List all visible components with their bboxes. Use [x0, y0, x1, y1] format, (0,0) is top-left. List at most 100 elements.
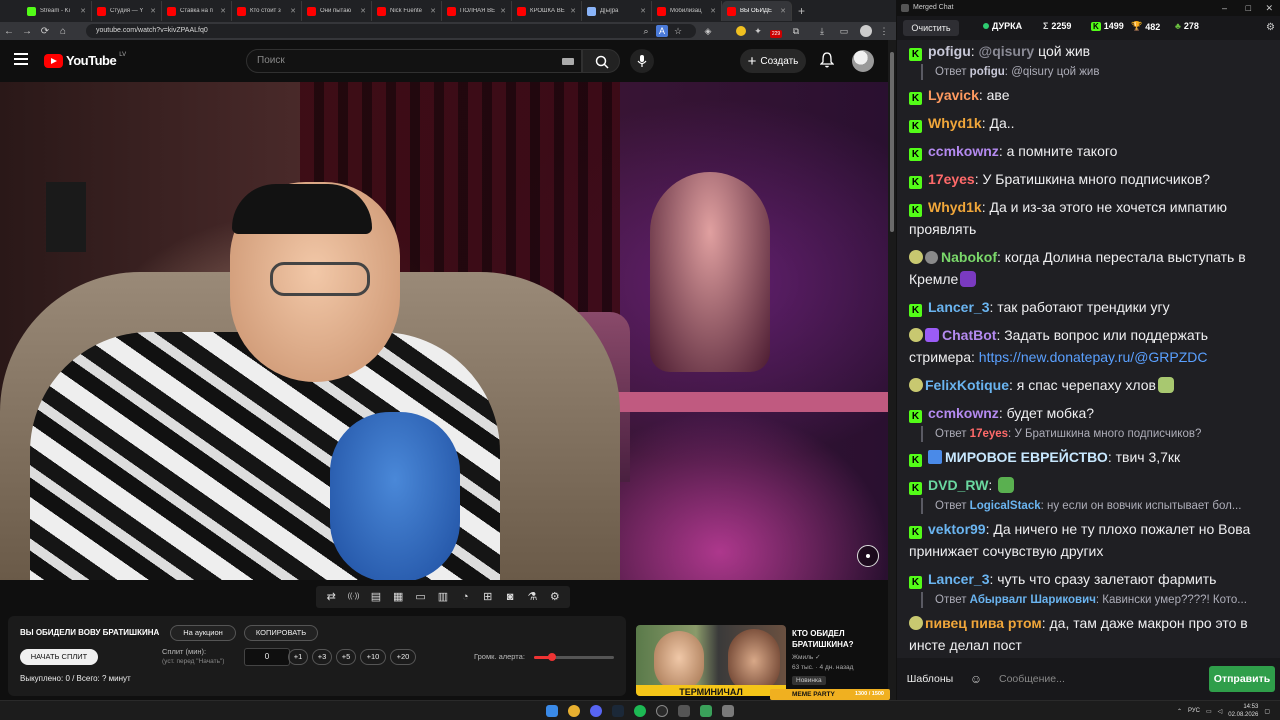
maximize-icon[interactable]: □ — [1246, 0, 1251, 16]
browser-tab[interactable]: Мобилизац ✕ — [652, 1, 722, 21]
browser-tab[interactable]: КРОШКА ВЕ ✕ — [512, 1, 582, 21]
tab-close-icon[interactable]: ✕ — [150, 7, 156, 15]
notifications-icon[interactable]: ▢ — [1264, 708, 1270, 715]
reply-preview[interactable]: Ответ LogicalStack: ну если он вовчик ис… — [921, 498, 1271, 514]
notifications-bell-icon[interactable] — [820, 52, 834, 68]
reply-username[interactable]: pofigu — [970, 66, 1005, 78]
chat-username[interactable]: 17eyes — [928, 171, 975, 187]
tab-close-icon[interactable]: ✕ — [290, 7, 296, 15]
address-bar[interactable]: youtube.com/watch?v=kivZPAALfq0 — [86, 24, 696, 38]
recommended-video[interactable]: ТЕРМИНИЧАЛ КТО ОБИДЕЛ БРАТИШКИНА? Жмиль … — [634, 620, 888, 696]
tab-close-icon[interactable]: ✕ — [500, 7, 506, 15]
sidebar-icon[interactable]: ▭ — [838, 25, 850, 37]
tab-close-icon[interactable]: ✕ — [710, 7, 716, 15]
page-scrollbar[interactable] — [888, 40, 896, 700]
tab-close-icon[interactable]: ✕ — [80, 7, 86, 15]
increment-button[interactable]: +1 — [288, 649, 308, 665]
new-tab-icon[interactable]: + — [798, 4, 805, 18]
close-icon[interactable]: ✕ — [1265, 0, 1273, 16]
tab-close-icon[interactable]: ✕ — [570, 7, 576, 15]
browser-tab[interactable]: Они пытаю ✕ — [302, 1, 372, 21]
emoji-icon[interactable]: ☺ — [965, 667, 987, 691]
settings-icon[interactable]: ⚙ — [1266, 22, 1275, 33]
app-icon[interactable] — [678, 705, 690, 717]
gear-icon[interactable]: ⚙ — [547, 589, 563, 605]
browser-tab[interactable]: Д[ы]ра ✕ — [582, 1, 652, 21]
minimize-icon[interactable]: – — [1222, 0, 1227, 16]
tab-close-icon[interactable]: ✕ — [360, 7, 366, 15]
browser-tab[interactable]: Кто стоит з ✕ — [232, 1, 302, 21]
browser-menu-icon[interactable]: ⋮ — [878, 25, 890, 37]
reply-preview[interactable]: Ответ 17eyes: У Братишкина много подписч… — [921, 426, 1271, 442]
split-minutes-input[interactable]: 0 — [244, 648, 290, 666]
mention-text[interactable]: @qisury — [979, 43, 1035, 59]
download-icon[interactable]: ⤓ — [816, 25, 828, 37]
profile-icon[interactable] — [860, 25, 872, 37]
chat-username[interactable]: Nabokof — [941, 249, 997, 265]
forward-button[interactable]: → — [18, 26, 36, 37]
templates-button[interactable]: Шаблоны — [903, 667, 957, 691]
speed-icon[interactable]: ◔ — [457, 589, 473, 605]
keyboard-icon[interactable] — [562, 58, 574, 65]
extension-badge[interactable]: 229 — [770, 30, 782, 38]
youtube-logo[interactable]: YouTube LV — [44, 52, 126, 68]
chat-username[interactable]: FelixKotique — [925, 377, 1009, 393]
search-button[interactable] — [582, 49, 620, 73]
chat-username[interactable]: pofigu — [928, 43, 971, 59]
zoom-icon[interactable]: ⌕ — [640, 25, 652, 37]
message-input[interactable]: Сообщение... — [993, 667, 1203, 691]
chat-username[interactable]: DVD_RW — [928, 477, 988, 493]
chat-username[interactable]: Lancer_3 — [928, 571, 989, 587]
create-button[interactable]: + Создать — [740, 49, 806, 73]
reply-username[interactable]: 17eyes — [970, 428, 1008, 440]
app-icon[interactable] — [722, 705, 734, 717]
chat-username[interactable]: Whyd1k — [928, 199, 982, 215]
back-button[interactable]: ← — [0, 26, 18, 37]
chat-username[interactable]: Lancer_3 — [928, 299, 989, 315]
star-icon[interactable]: ☆ — [672, 25, 684, 37]
channel-name[interactable]: Жмиль ✓ — [792, 653, 821, 661]
start-icon[interactable] — [546, 705, 558, 717]
browser-tab[interactable]: ВЫ ОБИДЕ ✕ — [722, 1, 792, 21]
chat-username[interactable]: пивец пива ртом — [925, 615, 1042, 631]
reply-username[interactable]: Абырвалг Шарикович — [970, 594, 1096, 606]
flask-icon[interactable]: ⚗ — [524, 589, 540, 605]
send-button[interactable]: Отправить — [1209, 666, 1275, 692]
video-player[interactable] — [0, 82, 888, 580]
extension-icon[interactable] — [736, 26, 746, 36]
browser-tab[interactable]: ПОЛНАЯ ВЕ ✕ — [442, 1, 512, 21]
increment-button[interactable]: +10 — [360, 649, 386, 665]
camera-icon[interactable]: ◙ — [502, 589, 518, 605]
voice-search-button[interactable] — [630, 49, 654, 73]
tab-close-icon[interactable]: ✕ — [640, 7, 646, 15]
extensions-menu-icon[interactable]: ⧉ — [790, 25, 802, 37]
video-thumbnail[interactable]: ТЕРМИНИЧАЛ — [636, 625, 786, 696]
frame-icon[interactable]: ▭ — [413, 589, 429, 605]
reply-preview[interactable]: Ответ pofigu: @qisury цой жив — [921, 64, 1271, 80]
translate-icon[interactable]: A — [656, 25, 668, 37]
increment-button[interactable]: +5 — [336, 649, 356, 665]
copy-button[interactable]: КОПИРОВАТЬ — [244, 625, 318, 641]
reply-preview[interactable]: Ответ Абырвалг Шарикович: Кавински умер?… — [921, 592, 1271, 608]
tray-chevron-icon[interactable]: ⌃ — [1177, 708, 1182, 715]
browser-tab[interactable]: Ставка на п ✕ — [162, 1, 232, 21]
to-auction-button[interactable]: На аукцион — [170, 625, 236, 641]
home-button[interactable]: ⌂ — [54, 26, 72, 37]
account-avatar[interactable] — [852, 50, 874, 72]
video-title[interactable]: КТО ОБИДЕЛ БРАТИШКИНА? — [792, 628, 888, 650]
language-indicator[interactable]: РУС — [1188, 708, 1200, 714]
chat-link[interactable]: https://new.donatepay.ru/@GRPZDC — [979, 349, 1208, 365]
alert-volume-slider[interactable] — [534, 653, 614, 661]
chat-message-list[interactable]: Kpofigu: @qisury цой жив Ответ pofigu: @q… — [897, 40, 1280, 658]
obs-icon[interactable] — [656, 705, 668, 717]
browser-tab[interactable]: Студия — Y ✕ — [92, 1, 162, 21]
hamburger-menu-icon[interactable] — [14, 53, 28, 65]
screen-icon[interactable]: ▤ — [368, 589, 384, 605]
chat-username[interactable]: Whyd1k — [928, 115, 982, 131]
reply-username[interactable]: LogicalStack — [970, 500, 1041, 512]
chat-username[interactable]: ccmkownz — [928, 405, 999, 421]
scrollbar-thumb[interactable] — [890, 52, 894, 232]
spotify-icon[interactable] — [634, 705, 646, 717]
extensions-icon[interactable]: ◈ — [702, 25, 714, 37]
repeat-icon[interactable]: ⇄ — [323, 589, 339, 605]
